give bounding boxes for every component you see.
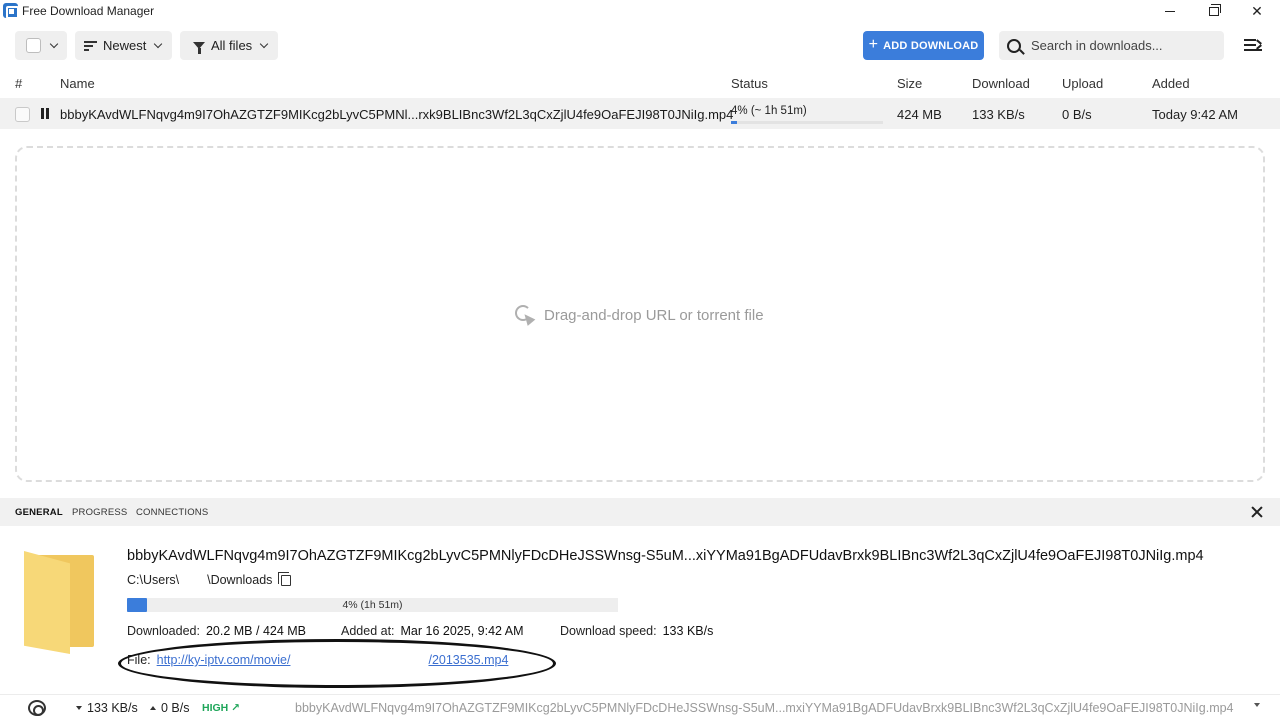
downloaded-value: 20.2 MB / 424 MB (205, 624, 307, 638)
tab-connections[interactable]: CONNECTIONS (136, 507, 208, 518)
row-checkbox[interactable] (15, 107, 30, 122)
minimize-button[interactable] (1147, 0, 1193, 22)
path-suffix: \Downloads (207, 573, 273, 587)
copy-icon[interactable] (278, 571, 292, 586)
download-name: bbbyKAvdWLFNqvg4m9I7OhAZGTZF9MIKcg2bLyvC… (60, 107, 734, 122)
total-download-speed[interactable]: 133 KB/s (76, 701, 138, 715)
download-speed-label: Download speed: (560, 624, 657, 638)
current-file-name: bbbyKAvdWLFNqvg4m9I7OhAZGTZF9MIKcg2bLyvC… (295, 701, 1234, 715)
sort-label: Newest (103, 38, 147, 53)
added-at-label: Added at: (341, 624, 395, 638)
downloaded-label: Downloaded: (127, 624, 200, 638)
download-row[interactable]: bbbyKAvdWLFNqvg4m9I7OhAZGTZF9MIKcg2bLyvC… (0, 98, 1280, 129)
chevron-down-icon (49, 39, 59, 49)
details-file-name: bbbyKAvdWLFNqvg4m9I7OhAZGTZF9MIKcg2bLyvC… (127, 548, 1204, 564)
row-progress-bar (731, 121, 883, 124)
speed-mode-icon[interactable] (28, 700, 46, 716)
chevron-down-icon (154, 39, 163, 49)
restore-icon (1209, 3, 1221, 16)
column-header-status[interactable]: Status (731, 76, 768, 91)
title-bar: Free Download Manager ✕ (0, 0, 1280, 22)
close-window-button[interactable]: ✕ (1234, 0, 1280, 22)
column-header-download[interactable]: Download (972, 76, 1030, 91)
menu-icon[interactable] (1244, 39, 1262, 52)
total-upload-speed[interactable]: 0 B/s (150, 701, 190, 715)
column-header-number: # (15, 76, 23, 91)
select-all-dropdown[interactable] (15, 31, 67, 60)
row-progress-fill (731, 121, 738, 124)
column-header-name[interactable]: Name (60, 76, 95, 91)
filter-label: All files (211, 38, 253, 53)
minimize-icon (1165, 10, 1175, 12)
filter-dropdown[interactable]: All files (180, 31, 278, 60)
column-header-added[interactable]: Added (1152, 76, 1190, 91)
arrow-down-icon (76, 706, 82, 710)
downloaded-stat: Downloaded: 20.2 MB / 424 MB (127, 624, 306, 638)
arrow-up-icon (150, 706, 156, 710)
download-speed-value: 133 KB/s (662, 624, 714, 638)
tab-progress[interactable]: PROGRESS (72, 507, 127, 518)
file-url-line: File: http://ky-iptv.com/movie//2013535.m… (127, 653, 508, 667)
file-url-link[interactable]: http://ky-iptv.com/movie//2013535.mp4 (157, 653, 509, 667)
download-speed-stat: Download speed: 133 KB/s (560, 624, 713, 638)
add-download-button[interactable]: + ADD DOWNLOAD (863, 31, 984, 60)
close-details-icon[interactable] (1250, 505, 1264, 519)
restore-button[interactable] (1191, 0, 1237, 22)
window-title: Free Download Manager (22, 4, 155, 18)
tab-general[interactable]: GENERAL (15, 507, 63, 518)
download-speed: 133 KB/s (972, 107, 1025, 122)
filter-icon (193, 42, 205, 54)
priority-indicator[interactable]: HIGH ↗ (202, 702, 240, 714)
folder-icon (24, 551, 94, 654)
details-tab-bar: GENERAL PROGRESS CONNECTIONS (0, 498, 1280, 526)
details-path: C:\Users\ \Downloads (127, 571, 292, 587)
column-header-size[interactable]: Size (897, 76, 922, 91)
add-download-label: ADD DOWNLOAD (883, 39, 979, 52)
search-icon (1007, 38, 1021, 53)
file-label: File: (127, 653, 151, 667)
app-logo-icon (3, 3, 19, 19)
search-box[interactable] (999, 31, 1224, 60)
details-progress-text: 4% (1h 51m) (342, 599, 403, 611)
sort-icon (84, 40, 97, 51)
column-header-upload[interactable]: Upload (1062, 76, 1103, 91)
status-bar: 133 KB/s 0 B/s HIGH ↗ bbbyKAvdWLFNqvg4m9… (0, 694, 1280, 720)
plus-icon: + (868, 35, 879, 53)
close-icon: ✕ (1251, 2, 1263, 19)
chevron-down-icon (259, 39, 269, 49)
download-size: 424 MB (897, 107, 942, 122)
pause-icon[interactable] (40, 108, 50, 119)
chevron-down-icon[interactable] (1254, 703, 1260, 707)
search-input[interactable] (1031, 38, 1211, 53)
added-at-value: Mar 16 2025, 9:42 AM (400, 624, 524, 638)
path-prefix: C:\Users\ (127, 573, 180, 587)
drop-zone-hint: Drag-and-drop URL or torrent file (515, 305, 764, 325)
added-at-stat: Added at: Mar 16 2025, 9:42 AM (341, 624, 524, 638)
download-status: 4% (~ 1h 51m) (731, 105, 807, 117)
upload-speed: 0 B/s (1062, 107, 1092, 122)
select-all-checkbox[interactable] (26, 38, 41, 53)
details-progress-bar: 4% (1h 51m) (127, 598, 618, 612)
download-added: Today 9:42 AM (1152, 107, 1238, 122)
pointer-click-icon (515, 305, 535, 325)
sort-dropdown[interactable]: Newest (75, 31, 172, 60)
drop-zone-text: Drag-and-drop URL or torrent file (544, 306, 764, 324)
